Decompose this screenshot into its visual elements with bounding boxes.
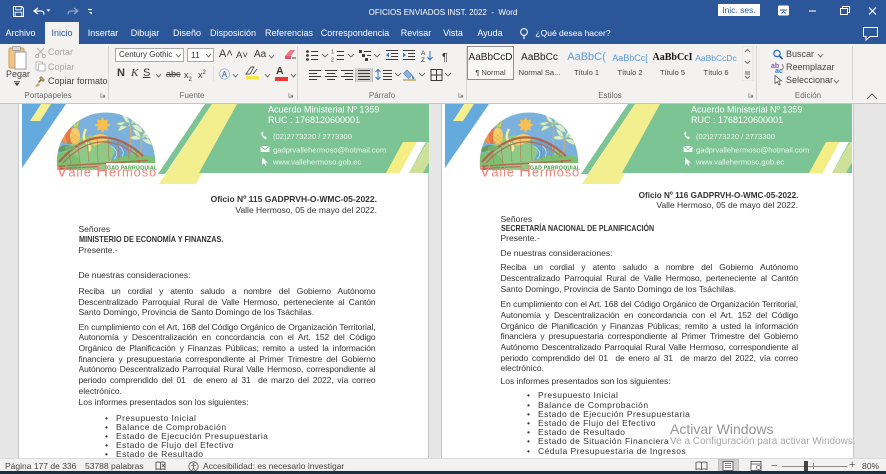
svg-text:2: 2 bbox=[331, 58, 334, 63]
svg-text:Z: Z bbox=[421, 57, 425, 62]
svg-text:¶: ¶ bbox=[442, 52, 448, 63]
svg-text:A: A bbox=[421, 50, 426, 57]
svg-text:ac: ac bbox=[775, 68, 783, 73]
svg-text:1: 1 bbox=[331, 50, 334, 56]
